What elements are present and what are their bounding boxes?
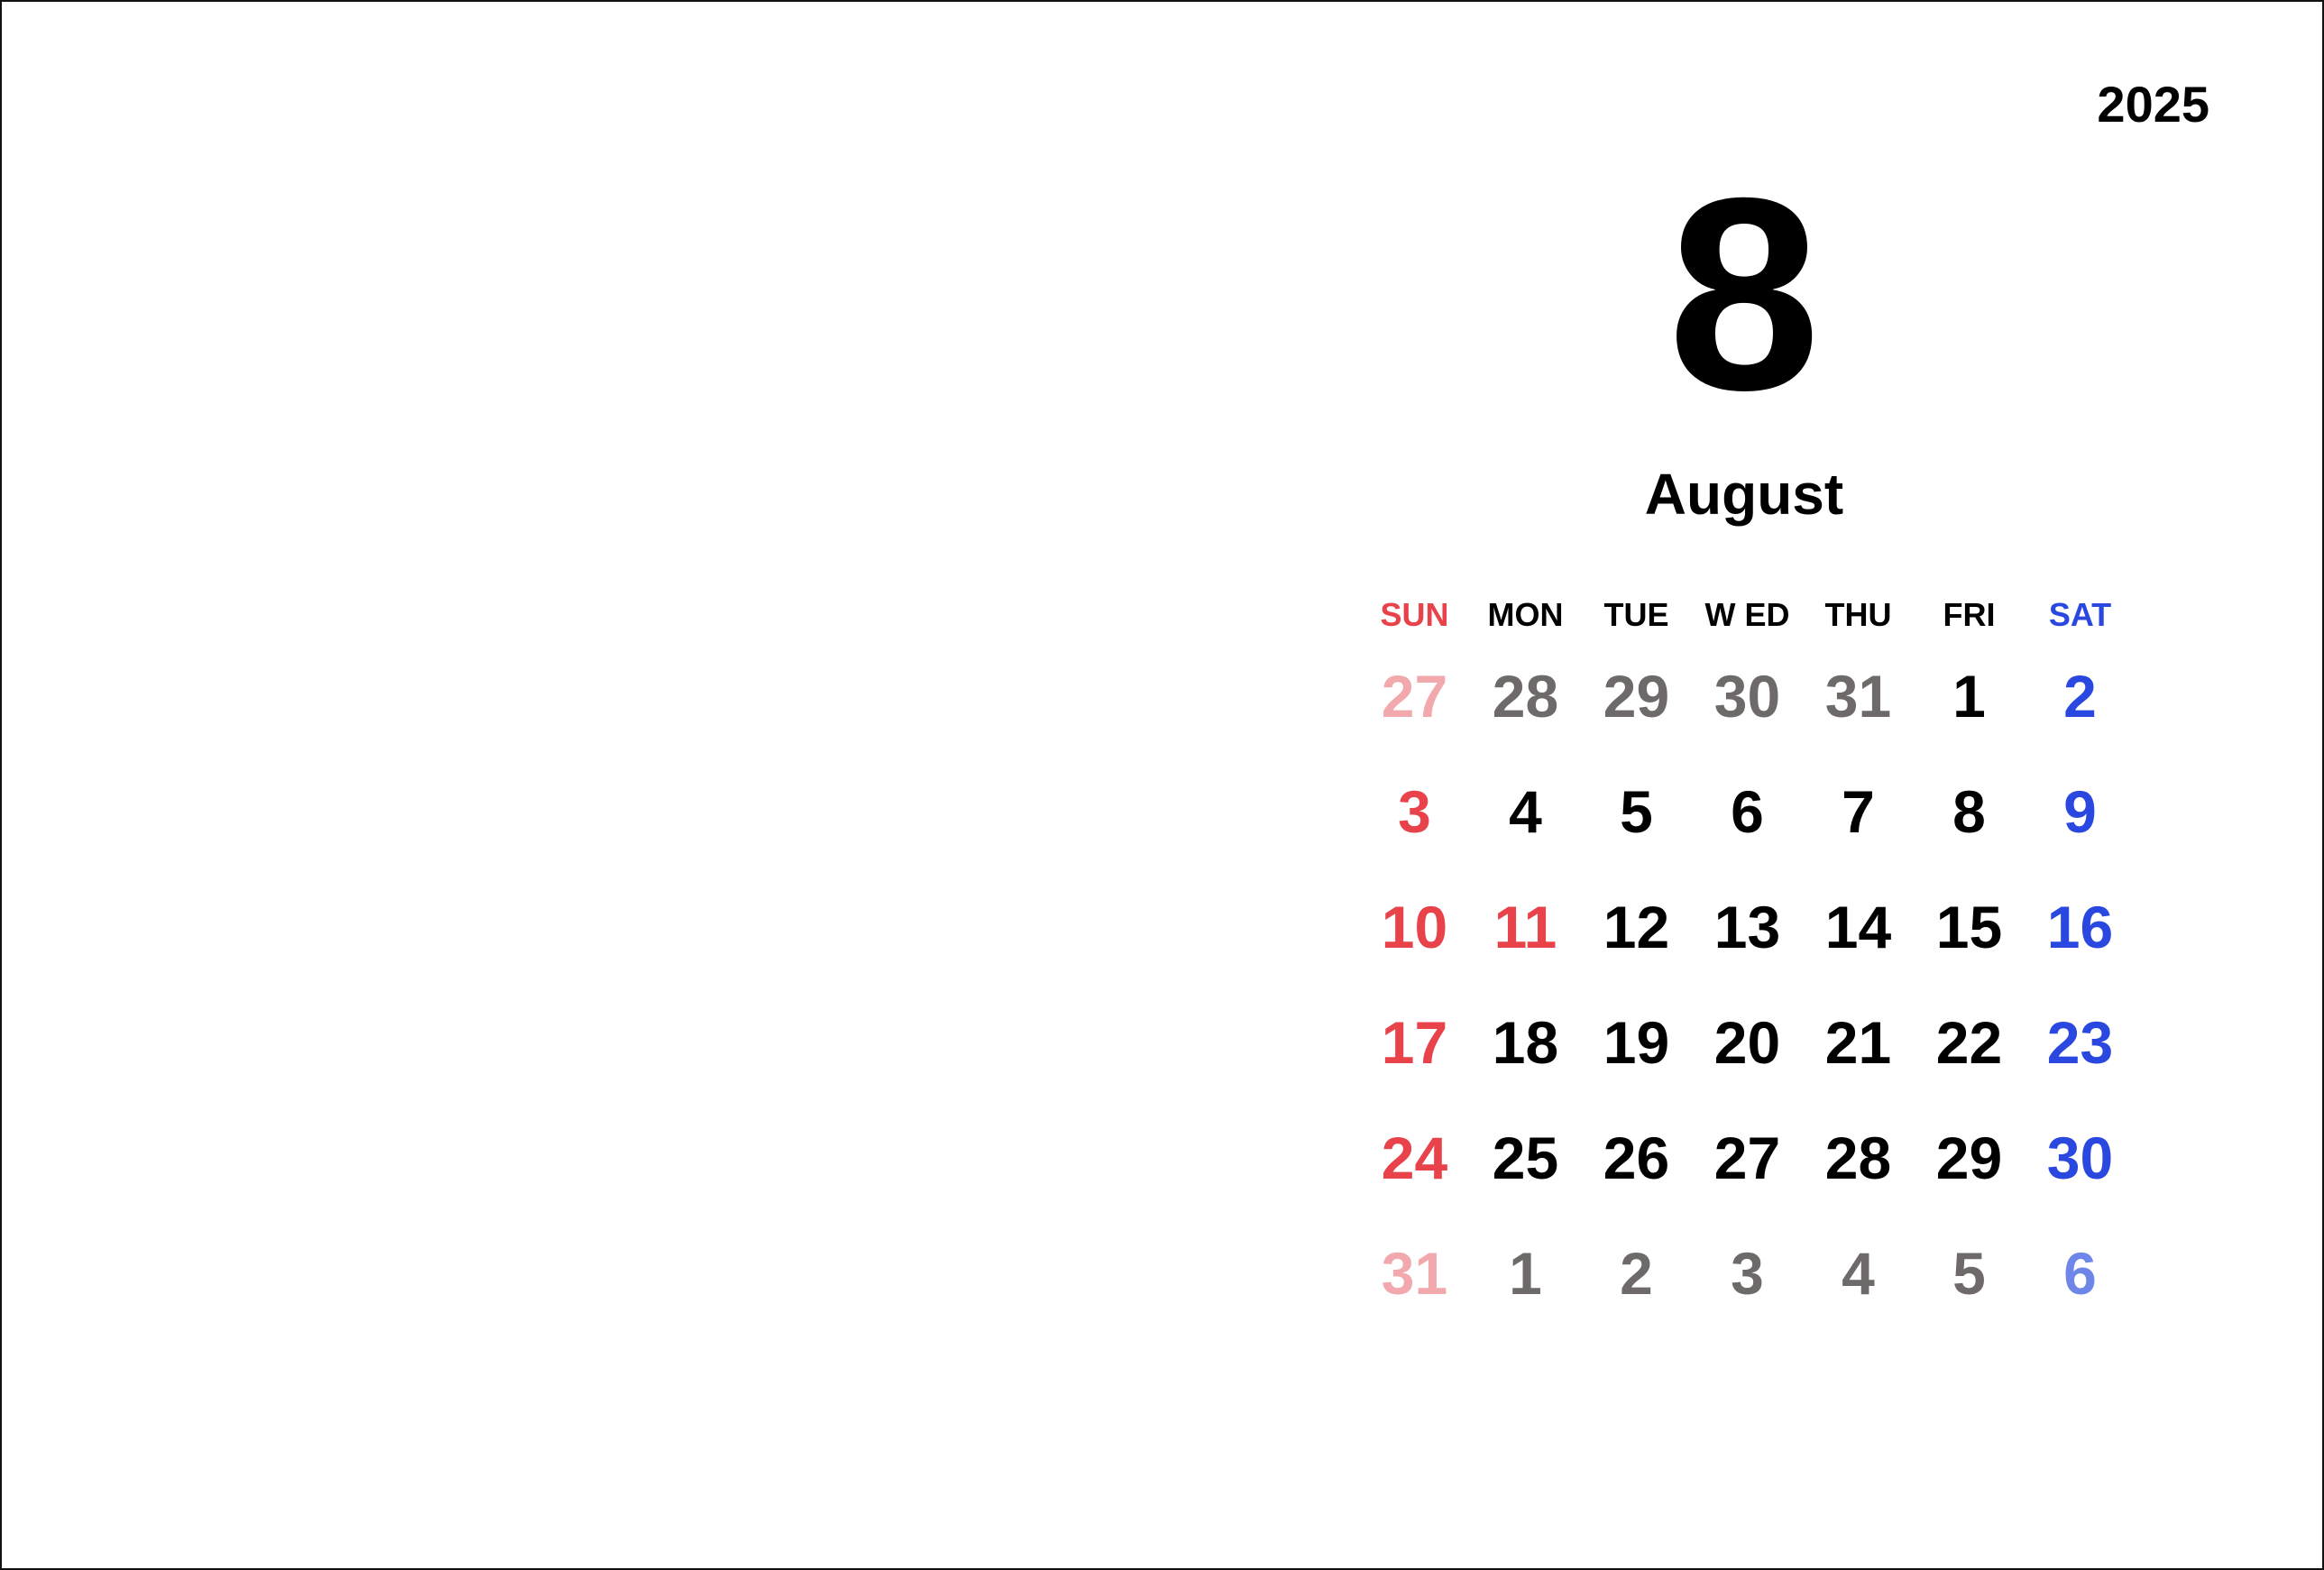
day-cell: 1 bbox=[1952, 663, 1986, 730]
day-cell: 25 bbox=[1492, 1125, 1559, 1191]
day-cell: 31 bbox=[1824, 663, 1892, 730]
day-cell: 1 bbox=[1509, 1240, 1542, 1307]
day-cell: 4 bbox=[1842, 1240, 1875, 1307]
week-row: 24 25 26 27 28 29 30 bbox=[1359, 1125, 2135, 1241]
weekday-tue: TUE bbox=[1603, 596, 1669, 633]
day-cell: 29 bbox=[1603, 663, 1670, 730]
week-row: 31 1 2 3 4 5 6 bbox=[1359, 1241, 2135, 1356]
day-cell: 30 bbox=[1713, 663, 1781, 730]
week-row: 17 18 19 20 21 22 23 bbox=[1359, 1010, 2135, 1125]
day-cell: 12 bbox=[1603, 894, 1670, 960]
day-cell: 3 bbox=[1398, 778, 1431, 845]
calendar-grid: SUN MON TUE W ED THU FRI SAT 27 28 29 30… bbox=[1359, 588, 2135, 1356]
day-cell: 10 bbox=[1381, 894, 1448, 960]
week-row: 3 4 5 6 7 8 9 bbox=[1359, 779, 2135, 895]
day-cell: 30 bbox=[2046, 1125, 2114, 1191]
day-cell: 2 bbox=[1620, 1240, 1653, 1307]
day-cell: 8 bbox=[1952, 778, 1986, 845]
day-cell: 6 bbox=[2063, 1240, 2097, 1307]
day-cell: 11 bbox=[1493, 894, 1557, 960]
day-cell: 26 bbox=[1603, 1125, 1670, 1191]
day-cell: 6 bbox=[1731, 778, 1764, 845]
day-cell: 9 bbox=[2063, 778, 2097, 845]
day-cell: 20 bbox=[1713, 1009, 1781, 1076]
day-cell: 31 bbox=[1381, 1240, 1448, 1307]
day-cell: 21 bbox=[1824, 1009, 1892, 1076]
day-cell: 27 bbox=[1713, 1125, 1781, 1191]
day-cell: 7 bbox=[1842, 778, 1875, 845]
day-cell: 17 bbox=[1381, 1009, 1448, 1076]
day-cell: 16 bbox=[2046, 894, 2114, 960]
weekday-header-row: SUN MON TUE W ED THU FRI SAT bbox=[1359, 588, 2135, 642]
weeks: 27 28 29 30 31 1 2 3 4 5 6 7 8 9 10 11 1… bbox=[1359, 664, 2135, 1356]
day-cell: 18 bbox=[1492, 1009, 1559, 1076]
day-cell: 4 bbox=[1509, 778, 1542, 845]
week-row: 27 28 29 30 31 1 2 bbox=[1359, 664, 2135, 779]
weekday-wed: W ED bbox=[1704, 596, 1790, 633]
day-cell: 29 bbox=[1935, 1125, 2003, 1191]
day-cell: 22 bbox=[1935, 1009, 2003, 1076]
day-cell: 28 bbox=[1492, 663, 1559, 730]
weekday-fri: FRI bbox=[1943, 596, 1996, 633]
day-cell: 5 bbox=[1620, 778, 1653, 845]
day-cell: 2 bbox=[2063, 663, 2097, 730]
day-cell: 3 bbox=[1731, 1240, 1764, 1307]
day-cell: 27 bbox=[1381, 663, 1448, 730]
day-cell: 19 bbox=[1603, 1009, 1670, 1076]
day-cell: 24 bbox=[1381, 1125, 1448, 1191]
day-cell: 13 bbox=[1713, 894, 1781, 960]
day-cell: 28 bbox=[1824, 1125, 1892, 1191]
weekday-sat: SAT bbox=[2048, 596, 2112, 633]
year-label: 2025 bbox=[2097, 76, 2209, 133]
weekday-thu: THU bbox=[1824, 596, 1892, 633]
day-cell: 23 bbox=[2046, 1009, 2114, 1076]
day-cell: 14 bbox=[1824, 894, 1892, 960]
day-cell: 5 bbox=[1952, 1240, 1986, 1307]
day-cell: 15 bbox=[1935, 894, 2003, 960]
weekday-mon: MON bbox=[1487, 596, 1564, 633]
calendar-page: 2025 8 August SUN MON TUE W ED THU FRI S… bbox=[0, 0, 2324, 1570]
weekday-sun: SUN bbox=[1380, 596, 1449, 633]
week-row: 10 11 12 13 14 15 16 bbox=[1359, 895, 2135, 1010]
month-number: 8 bbox=[1667, 142, 1821, 447]
month-name: August bbox=[1644, 462, 1844, 527]
